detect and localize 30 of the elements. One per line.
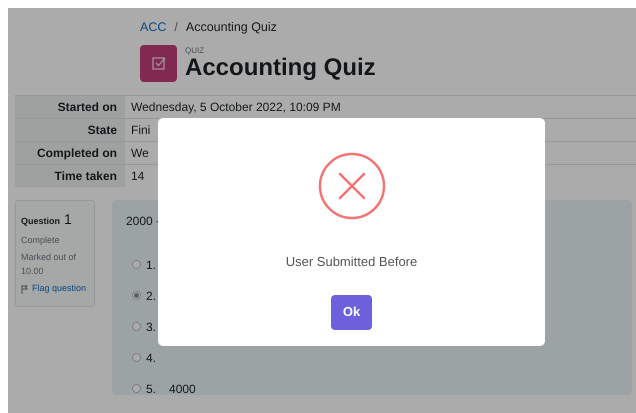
- summary-label: Started on: [15, 95, 125, 118]
- question-status: Complete: [21, 234, 61, 247]
- activity-kicker: QUIZ: [185, 47, 206, 56]
- option-number: 2.: [146, 288, 156, 305]
- option-number: 5.: [146, 380, 156, 398]
- summary-label: Time taken: [15, 164, 125, 187]
- flag-icon: [21, 284, 28, 294]
- question-label: Question: [21, 214, 60, 228]
- error-icon: [318, 152, 386, 220]
- breadcrumb-link[interactable]: ACC: [140, 18, 166, 37]
- dialog-message: User Submitted Before: [286, 253, 418, 271]
- option-number: 1.: [146, 256, 156, 274]
- breadcrumb-separator: /: [174, 19, 178, 36]
- option-text: 4000: [169, 380, 196, 398]
- radio-button[interactable]: [132, 291, 141, 300]
- option-number: 3.: [146, 318, 156, 336]
- ok-button[interactable]: Ok: [331, 294, 372, 330]
- flag-question-link[interactable]: Flag question: [21, 282, 89, 296]
- summary-label: Completed on: [15, 141, 125, 164]
- radio-button[interactable]: [132, 384, 141, 394]
- option-number: 4.: [146, 350, 156, 367]
- radio-button[interactable]: [132, 322, 141, 332]
- page-title: Accounting Quiz: [185, 55, 376, 82]
- marks-text: Marked out of 10.00: [21, 251, 78, 278]
- question-number: 1: [64, 210, 72, 229]
- quiz-icon: [140, 44, 177, 82]
- radio-button[interactable]: [132, 260, 141, 270]
- radio-button[interactable]: [132, 353, 141, 362]
- summary-label: State: [15, 118, 125, 142]
- breadcrumb-current: Accounting Quiz: [186, 19, 277, 36]
